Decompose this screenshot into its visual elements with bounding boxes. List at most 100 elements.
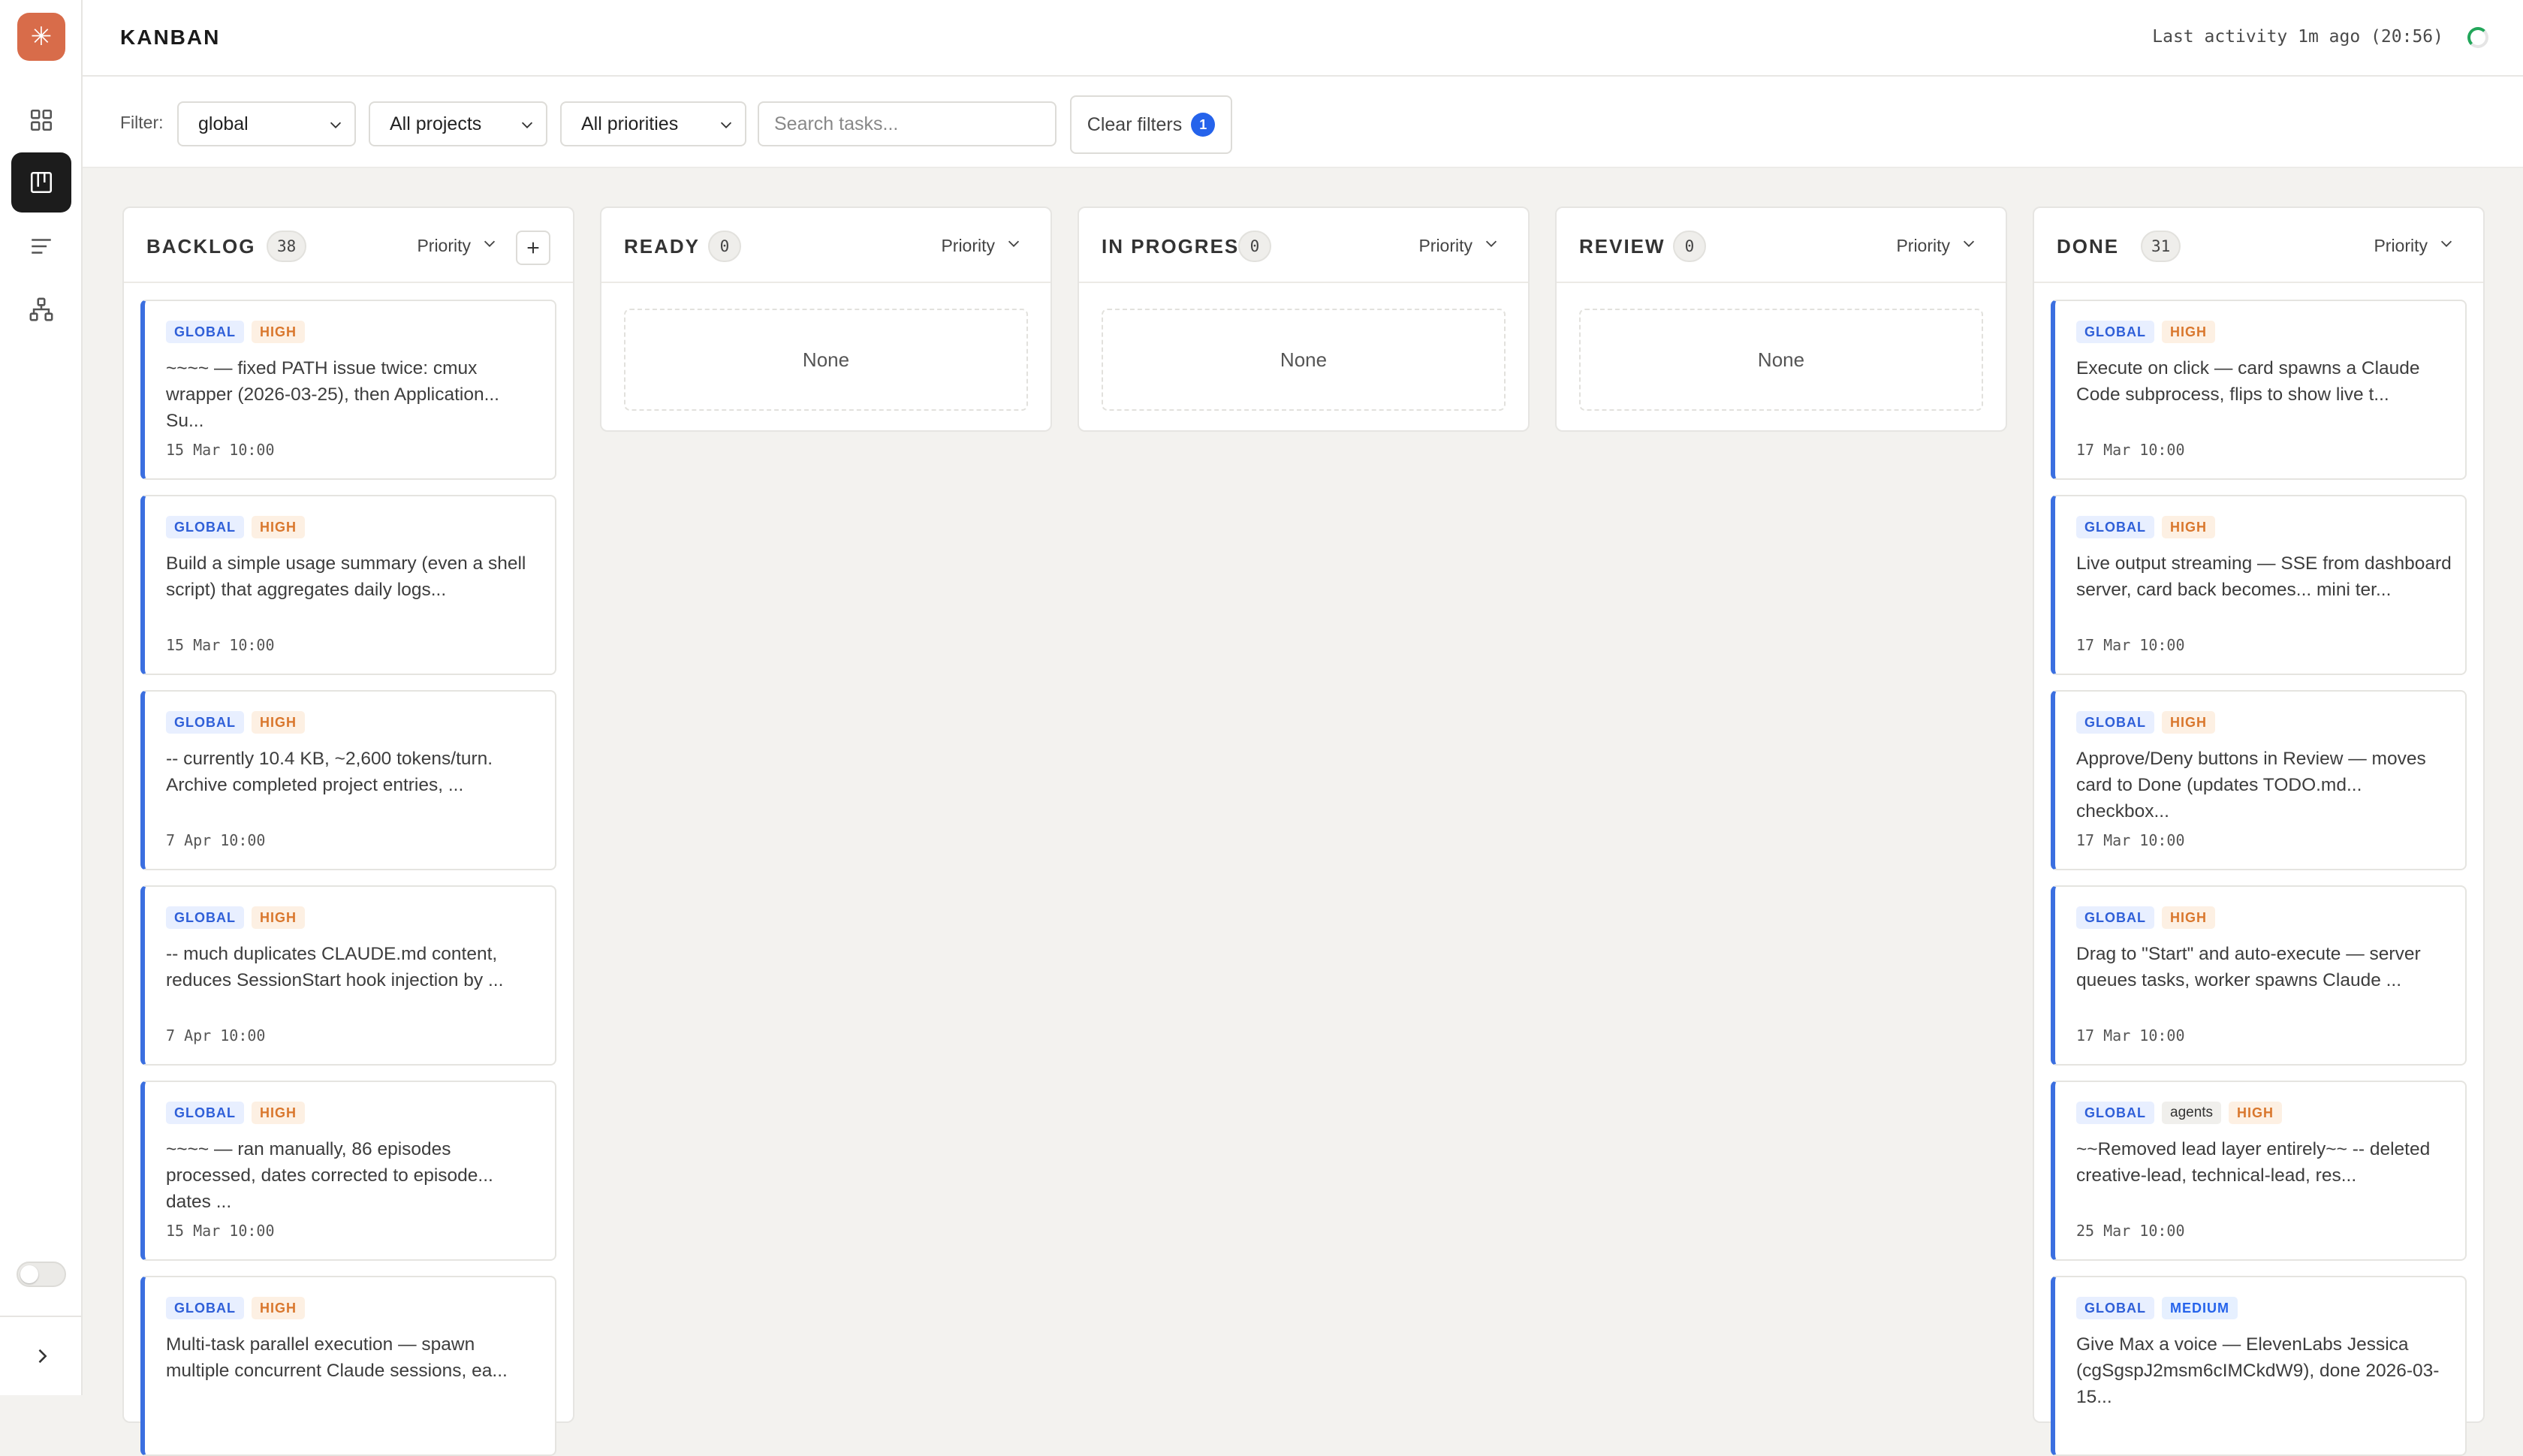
scope-tag: GLOBAL <box>166 1297 244 1319</box>
card-tags: GLOBAL HIGH <box>166 516 305 538</box>
priority-tag: HIGH <box>2162 516 2215 538</box>
card-description: Build a simple usage summary (even a she… <box>166 553 526 600</box>
card-tags: GLOBAL HIGH <box>166 906 305 929</box>
column-body: GLOBAL HIGH ~~~~ — fixed PATH issue twice:… <box>124 283 573 1456</box>
column-sort-dropdown[interactable]: Priority <box>1418 235 1500 256</box>
scope-tag: GLOBAL <box>2076 711 2154 734</box>
task-card[interactable]: GLOBAL HIGH ~~~~ — fixed PATH issue twice:… <box>140 300 556 480</box>
column-title: REVIEW <box>1579 235 1665 258</box>
card-date: 7 Apr 10:00 <box>166 1026 266 1045</box>
column-body: None <box>1079 283 1528 411</box>
scope-tag: GLOBAL <box>2076 906 2154 929</box>
card-description: ~~~~ — fixed PATH issue twice: cmux wrap… <box>166 358 499 427</box>
sidebar-item-list[interactable] <box>11 216 71 276</box>
priority-tag: HIGH <box>252 906 305 929</box>
scope-tag: GLOBAL <box>166 321 244 343</box>
task-card[interactable]: GLOBAL HIGH Multi-task parallel execution … <box>140 1276 556 1456</box>
column-count-badge: 0 <box>1673 231 1706 262</box>
task-card[interactable]: GLOBAL HIGH Approve/Deny buttons in Review… <box>2051 690 2467 870</box>
add-task-button[interactable] <box>516 231 550 265</box>
hierarchy-icon <box>29 297 53 321</box>
priority-tag: HIGH <box>2229 1102 2283 1124</box>
sidebar: ✳ <box>0 0 83 1395</box>
card-tags: GLOBAL HIGH <box>166 321 305 343</box>
column-sort-dropdown[interactable]: Priority <box>417 235 498 256</box>
card-date: 17 Mar 10:00 <box>2076 441 2185 459</box>
chevron-down-icon <box>521 122 533 128</box>
card-description: Execute on click — card spawns a Claude … <box>2076 358 2420 405</box>
card-description: ~~Removed lead layer entirely~~ -- delet… <box>2076 1139 2431 1186</box>
column-header: BACKLOG 38 Priority <box>124 208 573 283</box>
priority-tag: HIGH <box>252 1297 305 1319</box>
card-tags: GLOBAL MEDIUM <box>2076 1297 2238 1319</box>
task-card[interactable]: GLOBAL HIGH Drag to "Start" and auto-execu… <box>2051 885 2467 1066</box>
column-sort-dropdown[interactable]: Priority <box>1896 235 1977 256</box>
plus-icon <box>527 242 539 254</box>
card-description: Drag to "Start" and auto-execute — serve… <box>2076 944 2421 990</box>
task-card[interactable]: GLOBAL HIGH Build a simple usage summary (… <box>140 495 556 675</box>
column-ready: READY 0 Priority None <box>600 206 1052 432</box>
grid-icon <box>30 109 53 131</box>
column-count-badge: 38 <box>267 231 307 262</box>
task-card[interactable]: GLOBAL HIGH Execute on click — card spawns… <box>2051 300 2467 480</box>
scope-select-value: global <box>198 113 249 134</box>
task-card[interactable]: GLOBAL HIGH -- currently 10.4 KB, ~2,600 t… <box>140 690 556 870</box>
clear-filters-button[interactable]: Clear filters 1 <box>1070 95 1232 154</box>
column-header: REVIEW 0 Priority <box>1557 208 2006 283</box>
task-card[interactable]: GLOBAL agents HIGH ~~Removed lead layer ent… <box>2051 1081 2467 1261</box>
theme-toggle[interactable] <box>17 1262 66 1287</box>
card-description: Give Max a voice — ElevenLabs Jessica (c… <box>2076 1334 2440 1403</box>
page-title: KANBAN <box>120 26 221 49</box>
card-tags: GLOBAL agents HIGH <box>2076 1102 2283 1124</box>
card-tags: GLOBAL HIGH <box>2076 321 2215 343</box>
asterisk-icon: ✳ <box>30 23 53 51</box>
card-tags: GLOBAL HIGH <box>166 1297 305 1319</box>
column-review: REVIEW 0 Priority None <box>1555 206 2007 432</box>
app-logo[interactable]: ✳ <box>17 13 65 61</box>
card-description: Multi-task parallel execution — spawn mu… <box>166 1334 508 1381</box>
scope-tag: GLOBAL <box>2076 321 2154 343</box>
card-tags: GLOBAL HIGH <box>166 711 305 734</box>
column-sort-dropdown[interactable]: Priority <box>941 235 1022 256</box>
empty-column-placeholder: None <box>1579 309 1983 411</box>
task-card[interactable]: GLOBAL HIGH -- much duplicates CLAUDE.md c… <box>140 885 556 1066</box>
task-card[interactable]: GLOBAL MEDIUM Give Max a voice — ElevenLab… <box>2051 1276 2467 1456</box>
column-sort-label: Priority <box>941 235 995 255</box>
task-card[interactable]: GLOBAL HIGH Live output streaming — SSE fr… <box>2051 495 2467 675</box>
scope-select[interactable]: global <box>177 101 356 146</box>
projects-select[interactable]: All projects <box>369 101 547 146</box>
column-sort-label: Priority <box>417 235 471 255</box>
priority-tag: MEDIUM <box>2162 1297 2238 1319</box>
scope-tag: GLOBAL <box>166 1102 244 1124</box>
filter-label: Filter: <box>120 113 164 132</box>
column-sort-dropdown[interactable]: Priority <box>2374 235 2455 256</box>
clear-filters-label: Clear filters <box>1087 113 1183 135</box>
card-date: 15 Mar 10:00 <box>166 636 275 654</box>
chevron-down-icon <box>720 122 732 128</box>
scope-tag: GLOBAL <box>2076 516 2154 538</box>
chevron-down-icon <box>481 235 498 256</box>
card-description: Approve/Deny buttons in Review — moves c… <box>2076 749 2426 818</box>
filter-bar: Filter: global All projects All prioriti… <box>83 77 2523 168</box>
priority-tag: HIGH <box>2162 321 2215 343</box>
expand-sidebar-button[interactable] <box>27 1341 57 1371</box>
priority-tag: HIGH <box>252 1102 305 1124</box>
sidebar-item-hierarchy[interactable] <box>11 279 71 339</box>
column-count-badge: 0 <box>708 231 741 262</box>
label-tag: agents <box>2162 1102 2222 1124</box>
card-date: 17 Mar 10:00 <box>2076 636 2185 654</box>
column-count-badge: 0 <box>1238 231 1271 262</box>
active-filter-count-badge: 1 <box>1191 113 1216 137</box>
projects-select-value: All projects <box>390 113 482 134</box>
priorities-select[interactable]: All priorities <box>560 101 746 146</box>
column-body: None <box>601 283 1050 411</box>
sidebar-item-dashboard[interactable] <box>11 90 71 150</box>
search-input[interactable] <box>758 101 1057 146</box>
column-header: DONE 31 Priority <box>2034 208 2483 283</box>
scope-tag: GLOBAL <box>2076 1102 2154 1124</box>
card-tags: GLOBAL HIGH <box>2076 711 2215 734</box>
task-card[interactable]: GLOBAL HIGH ~~~~ — ran manually, 86 episod… <box>140 1081 556 1261</box>
card-description: Live output streaming — SSE from dashboa… <box>2076 553 2452 600</box>
sidebar-item-kanban[interactable] <box>11 152 71 213</box>
card-tags: GLOBAL HIGH <box>2076 906 2215 929</box>
